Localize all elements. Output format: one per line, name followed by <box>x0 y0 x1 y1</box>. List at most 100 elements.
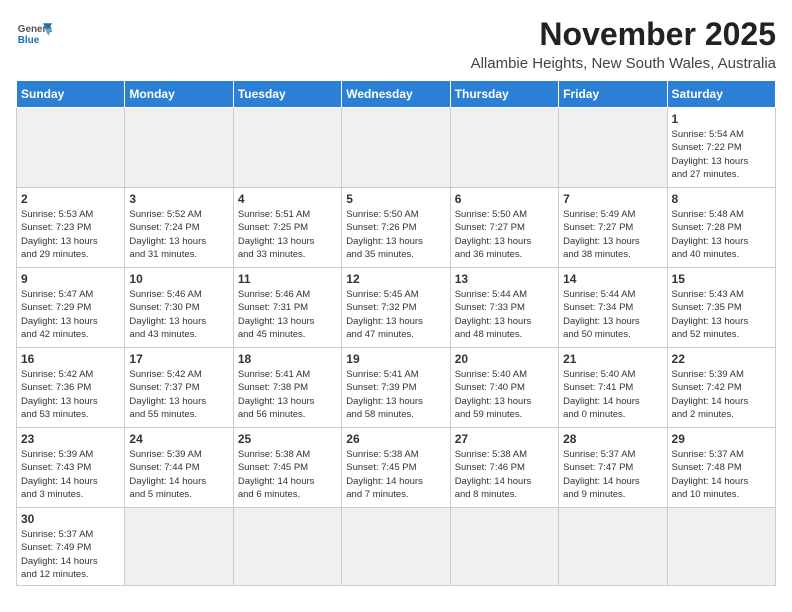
day-number: 18 <box>238 352 337 366</box>
day-number: 12 <box>346 272 445 286</box>
week-row-2: 9 Sunrise: 5:47 AMSunset: 7:29 PMDaylight… <box>17 268 776 348</box>
day-detail: Sunrise: 5:48 AMSunset: 7:28 PMDaylight:… <box>672 208 771 261</box>
month-title: November 2025 <box>471 16 776 53</box>
day-cell: 9 Sunrise: 5:47 AMSunset: 7:29 PMDaylight… <box>17 268 125 348</box>
day-number: 15 <box>672 272 771 286</box>
week-row-0: 1Sunrise: 5:54 AMSunset: 7:22 PMDaylight… <box>17 108 776 188</box>
day-cell <box>559 508 667 586</box>
week-row-3: 16 Sunrise: 5:42 AMSunset: 7:36 PMDayligh… <box>17 348 776 428</box>
day-detail: Sunrise: 5:37 AMSunset: 7:47 PMDaylight:… <box>563 448 662 501</box>
calendar-header-row: SundayMondayTuesdayWednesdayThursdayFrid… <box>17 81 776 108</box>
day-number: 8 <box>672 192 771 206</box>
header-tuesday: Tuesday <box>233 81 341 108</box>
day-cell: 21Sunrise: 5:40 AMSunset: 7:41 PMDayligh… <box>559 348 667 428</box>
day-detail: Sunrise: 5:39 AMSunset: 7:44 PMDaylight:… <box>129 448 228 501</box>
day-detail: Sunrise: 5:41 AMSunset: 7:38 PMDaylight:… <box>238 368 337 421</box>
day-detail: Sunrise: 5:42 AMSunset: 7:36 PMDaylight:… <box>21 368 120 421</box>
day-number: 29 <box>672 432 771 446</box>
header-friday: Friday <box>559 81 667 108</box>
day-detail: Sunrise: 5:50 AMSunset: 7:26 PMDaylight:… <box>346 208 445 261</box>
day-cell: 6 Sunrise: 5:50 AMSunset: 7:27 PMDaylight… <box>450 188 558 268</box>
day-detail: Sunrise: 5:40 AMSunset: 7:40 PMDaylight:… <box>455 368 554 421</box>
day-cell: 17Sunrise: 5:42 AMSunset: 7:37 PMDayligh… <box>125 348 233 428</box>
day-cell: 20 Sunrise: 5:40 AMSunset: 7:40 PMDayligh… <box>450 348 558 428</box>
day-number: 3 <box>129 192 228 206</box>
day-detail: Sunrise: 5:47 AMSunset: 7:29 PMDaylight:… <box>21 288 120 341</box>
day-cell: 14 Sunrise: 5:44 AMSunset: 7:34 PMDayligh… <box>559 268 667 348</box>
day-number: 14 <box>563 272 662 286</box>
day-cell: 29 Sunrise: 5:37 AMSunset: 7:48 PMDayligh… <box>667 428 775 508</box>
day-detail: Sunrise: 5:37 AMSunset: 7:48 PMDaylight:… <box>672 448 771 501</box>
day-number: 6 <box>455 192 554 206</box>
header-thursday: Thursday <box>450 81 558 108</box>
title-block: November 2025 Allambie Heights, New Sout… <box>471 16 776 72</box>
day-number: 30 <box>21 512 120 526</box>
day-number: 9 <box>21 272 120 286</box>
day-detail: Sunrise: 5:40 AMSunset: 7:41 PMDaylight:… <box>563 368 662 421</box>
day-cell <box>125 508 233 586</box>
header-wednesday: Wednesday <box>342 81 450 108</box>
day-cell: 10Sunrise: 5:46 AMSunset: 7:30 PMDayligh… <box>125 268 233 348</box>
page-header: General Blue November 2025 Allambie Heig… <box>16 16 776 72</box>
day-detail: Sunrise: 5:49 AMSunset: 7:27 PMDaylight:… <box>563 208 662 261</box>
day-number: 19 <box>346 352 445 366</box>
day-number: 20 <box>455 352 554 366</box>
day-detail: Sunrise: 5:51 AMSunset: 7:25 PMDaylight:… <box>238 208 337 261</box>
day-cell <box>17 108 125 188</box>
day-cell: 7 Sunrise: 5:49 AMSunset: 7:27 PMDaylight… <box>559 188 667 268</box>
day-cell: 25Sunrise: 5:38 AMSunset: 7:45 PMDayligh… <box>233 428 341 508</box>
day-detail: Sunrise: 5:37 AMSunset: 7:49 PMDaylight:… <box>21 528 120 581</box>
day-number: 25 <box>238 432 337 446</box>
day-cell: 15 Sunrise: 5:43 AMSunset: 7:35 PMDayligh… <box>667 268 775 348</box>
day-number: 11 <box>238 272 337 286</box>
day-cell <box>342 508 450 586</box>
day-number: 23 <box>21 432 120 446</box>
header-saturday: Saturday <box>667 81 775 108</box>
day-cell <box>233 108 341 188</box>
day-detail: Sunrise: 5:45 AMSunset: 7:32 PMDaylight:… <box>346 288 445 341</box>
day-cell: 27Sunrise: 5:38 AMSunset: 7:46 PMDayligh… <box>450 428 558 508</box>
day-number: 28 <box>563 432 662 446</box>
day-cell: 28 Sunrise: 5:37 AMSunset: 7:47 PMDayligh… <box>559 428 667 508</box>
day-number: 5 <box>346 192 445 206</box>
day-cell: 24Sunrise: 5:39 AMSunset: 7:44 PMDayligh… <box>125 428 233 508</box>
day-cell: 8 Sunrise: 5:48 AMSunset: 7:28 PMDaylight… <box>667 188 775 268</box>
logo-icon: General Blue <box>16 16 52 52</box>
day-cell: 16 Sunrise: 5:42 AMSunset: 7:36 PMDayligh… <box>17 348 125 428</box>
day-detail: Sunrise: 5:46 AMSunset: 7:30 PMDaylight:… <box>129 288 228 341</box>
week-row-5: 30 Sunrise: 5:37 AMSunset: 7:49 PMDayligh… <box>17 508 776 586</box>
day-cell: 23 Sunrise: 5:39 AMSunset: 7:43 PMDayligh… <box>17 428 125 508</box>
day-detail: Sunrise: 5:41 AMSunset: 7:39 PMDaylight:… <box>346 368 445 421</box>
location-title: Allambie Heights, New South Wales, Austr… <box>471 55 776 72</box>
week-row-4: 23 Sunrise: 5:39 AMSunset: 7:43 PMDayligh… <box>17 428 776 508</box>
day-detail: Sunrise: 5:39 AMSunset: 7:43 PMDaylight:… <box>21 448 120 501</box>
day-detail: Sunrise: 5:44 AMSunset: 7:33 PMDaylight:… <box>455 288 554 341</box>
day-cell: 2 Sunrise: 5:53 AMSunset: 7:23 PMDaylight… <box>17 188 125 268</box>
day-cell <box>450 108 558 188</box>
day-cell: 18 Sunrise: 5:41 AMSunset: 7:38 PMDayligh… <box>233 348 341 428</box>
day-number: 2 <box>21 192 120 206</box>
day-cell: 26Sunrise: 5:38 AMSunset: 7:45 PMDayligh… <box>342 428 450 508</box>
day-cell: 3 Sunrise: 5:52 AMSunset: 7:24 PMDaylight… <box>125 188 233 268</box>
day-detail: Sunrise: 5:52 AMSunset: 7:24 PMDaylight:… <box>129 208 228 261</box>
day-detail: Sunrise: 5:43 AMSunset: 7:35 PMDaylight:… <box>672 288 771 341</box>
day-cell: 4 Sunrise: 5:51 AMSunset: 7:25 PMDaylight… <box>233 188 341 268</box>
day-cell: 1Sunrise: 5:54 AMSunset: 7:22 PMDaylight… <box>667 108 775 188</box>
day-cell <box>125 108 233 188</box>
day-detail: Sunrise: 5:46 AMSunset: 7:31 PMDaylight:… <box>238 288 337 341</box>
day-number: 17 <box>129 352 228 366</box>
svg-text:Blue: Blue <box>18 35 40 46</box>
day-number: 4 <box>238 192 337 206</box>
day-cell: 12 Sunrise: 5:45 AMSunset: 7:32 PMDayligh… <box>342 268 450 348</box>
day-detail: Sunrise: 5:44 AMSunset: 7:34 PMDaylight:… <box>563 288 662 341</box>
day-number: 22 <box>672 352 771 366</box>
day-detail: Sunrise: 5:50 AMSunset: 7:27 PMDaylight:… <box>455 208 554 261</box>
day-number: 7 <box>563 192 662 206</box>
day-number: 16 <box>21 352 120 366</box>
day-detail: Sunrise: 5:54 AMSunset: 7:22 PMDaylight:… <box>672 128 771 181</box>
day-cell: 5 Sunrise: 5:50 AMSunset: 7:26 PMDaylight… <box>342 188 450 268</box>
day-detail: Sunrise: 5:39 AMSunset: 7:42 PMDaylight:… <box>672 368 771 421</box>
day-detail: Sunrise: 5:53 AMSunset: 7:23 PMDaylight:… <box>21 208 120 261</box>
day-cell <box>450 508 558 586</box>
header-sunday: Sunday <box>17 81 125 108</box>
